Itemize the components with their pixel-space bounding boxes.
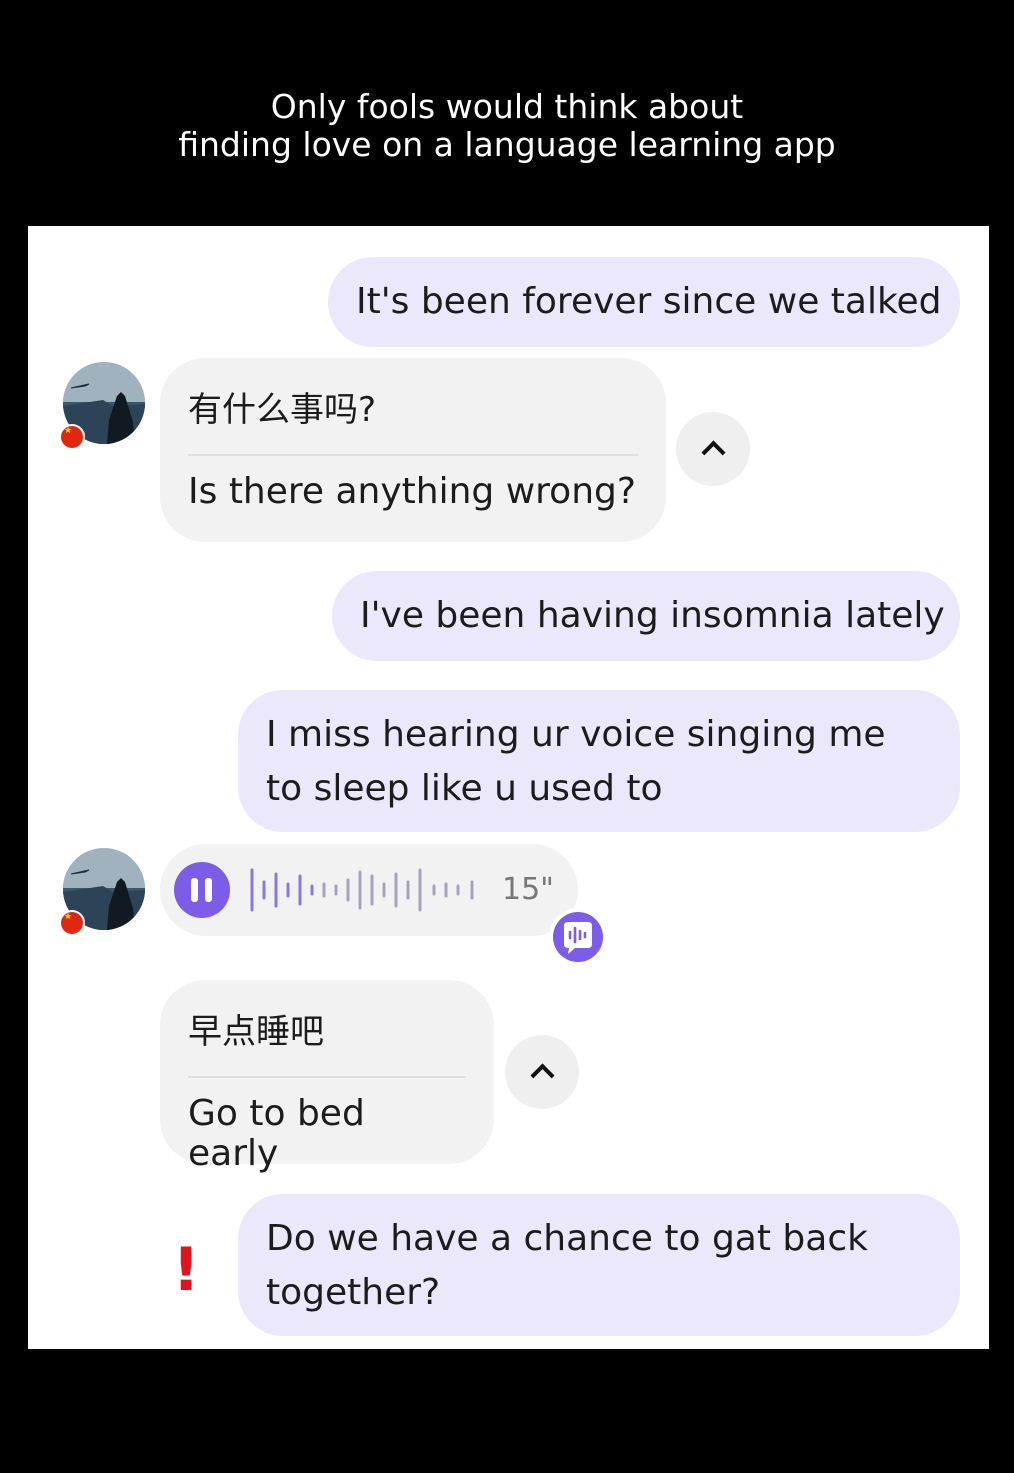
incoming-translated-message[interactable]: 早点睡吧 Go to bed early [160, 980, 494, 1174]
translation-divider [188, 454, 638, 456]
outgoing-message[interactable]: Do we have a chance to gat back together… [238, 1194, 960, 1336]
original-text: 早点睡吧 [188, 1012, 324, 1052]
collapse-translation-button[interactable] [505, 1035, 579, 1109]
chevron-up-icon [530, 1063, 555, 1088]
china-flag-icon: ★ [59, 910, 85, 936]
message-text: I've been having insomnia lately [360, 595, 945, 636]
voice-to-text-glyph [564, 922, 592, 954]
outgoing-message[interactable]: I miss hearing ur voice singing me to sl… [238, 690, 960, 832]
incoming-translated-message[interactable]: 有什么事吗? Is there anything wrong? [160, 358, 666, 542]
china-flag-icon: ★ [59, 424, 85, 450]
voice-to-text-icon [553, 912, 603, 962]
message-text: Do we have a chance to gat back together… [266, 1218, 868, 1313]
original-text: 有什么事吗? [188, 390, 377, 430]
voice-message[interactable]: 15" [160, 844, 578, 936]
caption-line-1: Only fools would think about [270, 87, 744, 126]
translation-text: Is there anything wrong? [188, 471, 636, 512]
pause-button[interactable] [174, 862, 230, 918]
voice-duration: 15" [502, 872, 554, 907]
outgoing-message[interactable]: It's been forever since we talked [328, 257, 960, 347]
message-text: It's been forever since we talked [356, 281, 942, 322]
collapse-translation-button[interactable] [676, 412, 750, 486]
exclamation-icon[interactable]: ! [172, 1240, 200, 1300]
video-caption: Only fools would think about finding lov… [0, 88, 1014, 164]
pause-icon [191, 878, 198, 902]
pause-icon [205, 878, 212, 902]
translation-text: Go to bed early [188, 1093, 365, 1174]
voice-to-text-button[interactable] [549, 908, 607, 966]
audio-waveform[interactable] [246, 864, 486, 916]
message-text: I miss hearing ur voice singing me to sl… [266, 714, 886, 809]
translation-divider [188, 1076, 466, 1078]
chevron-up-icon [701, 440, 726, 465]
caption-line-2: finding love on a language learning app [178, 125, 836, 164]
outgoing-message[interactable]: I've been having insomnia lately [332, 571, 960, 661]
